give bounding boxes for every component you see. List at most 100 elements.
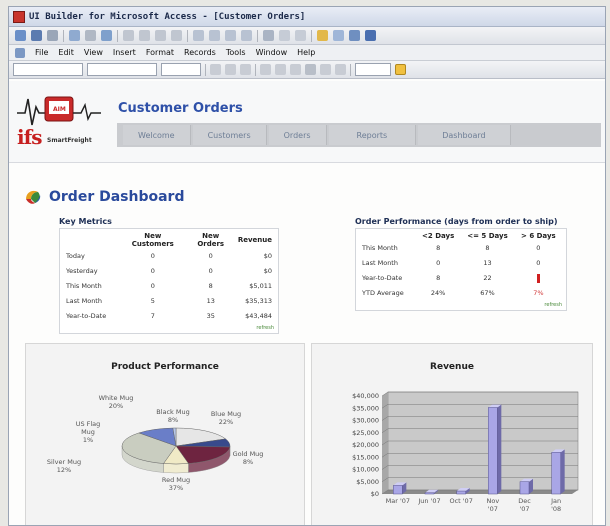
column-header [64,231,120,249]
revenue-chart-panel: Revenue $0 $5,000 $10,000 $15,000 $20,000 $25… [311,343,593,525]
align-left-icon[interactable] [260,64,271,75]
nav-tab-reports[interactable]: Reports [328,125,417,145]
nav-tab-dashboard[interactable]: Dashboard [418,125,511,145]
window-title: UI Builder for Microsoft Access - [Custo… [29,11,306,22]
row-label: Year-to-Date [66,312,107,320]
table-cell: 35 [206,312,215,320]
filter-icon[interactable] [225,30,236,41]
copy-icon[interactable] [139,30,150,41]
toolbar-divider [63,29,64,42]
view-icon[interactable] [15,30,26,41]
bold-icon[interactable] [210,64,221,75]
pie-label: Black Mug 8% [156,408,190,424]
font-size-combo[interactable] [161,63,201,76]
sort-descending-icon[interactable] [209,30,220,41]
menu-view[interactable]: View [84,48,103,57]
underline-icon[interactable] [240,64,251,75]
y-tick-label: $40,000 [352,392,379,400]
sort-ascending-icon[interactable] [193,30,204,41]
print-icon[interactable] [69,30,80,41]
print-preview-icon[interactable] [85,30,96,41]
y-tick-label: $0 [371,490,379,498]
svg-text:AIM: AIM [53,106,66,113]
italic-icon[interactable] [225,64,236,75]
table-header-row: <2 Days <= 5 Days > 6 Days [360,231,562,241]
column-header: New Orders [197,232,225,248]
paste-icon[interactable] [155,30,166,41]
refresh-link[interactable]: refresh [360,302,562,308]
font-combo[interactable] [87,63,157,76]
revenue-bar [393,485,403,495]
row-label: Year-to-Date [362,274,403,282]
table-header-row: New Customers New Orders Revenue [64,231,274,249]
menu-edit[interactable]: Edit [58,48,74,57]
pie-slice-side [163,463,189,474]
properties-icon[interactable] [317,30,328,41]
align-right-icon[interactable] [290,64,301,75]
app-window: UI Builder for Microsoft Access - [Custo… [8,6,606,526]
table-cell: 0 [150,252,155,260]
x-tick-label: Nov '07 [486,497,499,513]
toolbar-divider [257,29,258,42]
table-cell: 0 [208,252,213,260]
spelling-icon[interactable] [101,30,112,41]
special-effect-icon[interactable] [395,64,406,75]
table-cell: 0 [150,282,155,290]
table-cell: $0 [263,252,272,260]
new-object-icon[interactable] [349,30,360,41]
menu-help[interactable]: Help [297,48,315,57]
x-tick-label: Mar '07 [386,497,410,505]
new-record-icon[interactable] [279,30,290,41]
menu-insert[interactable]: Insert [113,48,136,57]
menu-file[interactable]: File [35,48,48,57]
cut-icon[interactable] [123,30,134,41]
toolbar-divider [255,63,256,76]
order-performance-panel: Order Performance (days from order to sh… [355,217,567,311]
nav-tab-customers[interactable]: Customers [192,125,267,145]
table-cell: $43,484 [245,312,272,320]
table-cell: 0 [536,259,541,267]
row-label: YTD Average [362,289,404,297]
nav-tab-welcome[interactable]: Welcome [123,125,191,145]
logo-ifs-text: ifs [17,125,42,149]
find-icon[interactable] [263,30,274,41]
save-icon[interactable] [31,30,42,41]
object-combo[interactable] [13,63,83,76]
menu-format[interactable]: Format [146,48,174,57]
fill-color-icon[interactable] [305,64,316,75]
line-width-combo[interactable] [355,63,391,76]
toolbar-divider [205,63,206,76]
search-icon[interactable] [47,30,58,41]
product-performance-pie-chart: White Mug 20% Black Mug 8% Blue Mug 22% Gold M… [47,394,264,492]
toolbar-divider [311,29,312,42]
line-color-icon[interactable] [335,64,346,75]
table-row: Last Month 0 13 0 [360,256,562,271]
apply-filter-icon[interactable] [241,30,252,41]
row-label: Today [66,252,85,260]
help-icon[interactable] [365,30,376,41]
table-cell: 13 [483,259,492,267]
column-header: New Customers [131,232,174,248]
y-tick-label: $35,000 [352,404,379,412]
menu-tools[interactable]: Tools [226,48,246,57]
revenue-bar [424,492,435,495]
refresh-link[interactable]: refresh [64,325,274,331]
font-color-icon[interactable] [320,64,331,75]
column-header: <2 Days [422,232,455,240]
order-performance-box: <2 Days <= 5 Days > 6 Days This Month 8 … [355,228,567,311]
database-window-icon[interactable] [333,30,344,41]
table-row: This Month 8 8 0 [360,241,562,256]
table-row: Year-to-Date 8 22 [360,271,562,286]
key-metrics-title: Key Metrics [59,217,112,226]
revenue-bar [519,481,530,495]
align-center-icon[interactable] [275,64,286,75]
nav-tab-orders[interactable]: Orders [268,125,327,145]
menu-window[interactable]: Window [256,48,288,57]
x-tick-label: Oct '07 [449,497,472,505]
undo-icon[interactable] [171,30,182,41]
column-header: <= 5 Days [467,232,508,240]
delete-record-icon[interactable] [295,30,306,41]
menu-records[interactable]: Records [184,48,216,57]
ifs-smartfreight-logo: AIM ifs SmartFreight [15,91,111,155]
access-app-icon [13,10,25,23]
